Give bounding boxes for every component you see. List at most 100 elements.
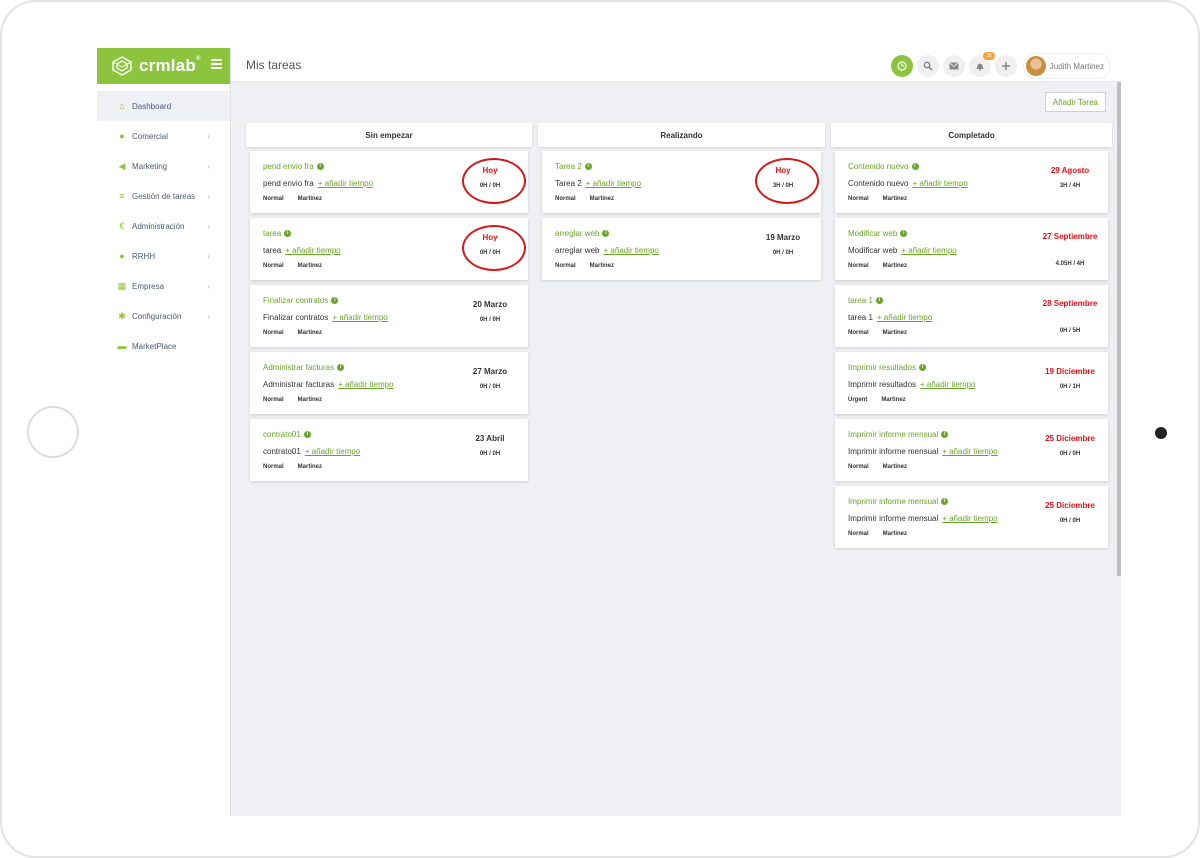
add-time-link[interactable]: + añadir tiempo xyxy=(305,447,360,456)
scrollbar[interactable] xyxy=(1117,82,1121,576)
task-title-text[interactable]: tarea xyxy=(263,229,281,238)
info-icon[interactable]: i xyxy=(584,163,592,170)
task-title-text[interactable]: Modificar web xyxy=(848,229,897,238)
task-title[interactable]: Imprimir informe mensual i xyxy=(848,430,949,439)
task-card[interactable]: Contenido nuevo i Contenido nuevo + añadir … xyxy=(835,151,1108,213)
task-card[interactable]: contrato01 i contrato01 + añadir tiempo Norm… xyxy=(250,419,528,481)
task-card[interactable]: tarea 1 i tarea 1 + añadir tiempo Normal Mart… xyxy=(835,285,1108,347)
add-time-link[interactable]: + añadir tiempo xyxy=(318,179,373,188)
add-time-link[interactable]: + añadir tiempo xyxy=(913,179,968,188)
info-icon[interactable]: i xyxy=(331,297,339,304)
page-title: Mis tareas xyxy=(246,58,302,72)
task-card[interactable]: Imprimir informe mensual i Imprimir inform… xyxy=(835,419,1108,481)
task-title[interactable]: tarea i xyxy=(263,229,292,238)
info-icon[interactable]: i xyxy=(900,230,908,237)
info-icon[interactable]: i xyxy=(337,364,345,371)
task-card[interactable]: Finalizar contratos i Finalizar contratos +… xyxy=(250,285,528,347)
sidebar-item-marketing[interactable]: ◀ Marketing › xyxy=(97,151,230,181)
task-title[interactable]: Administrar facturas i xyxy=(263,363,345,372)
chevron-right-icon: › xyxy=(207,221,210,231)
task-title[interactable]: Contenido nuevo i xyxy=(848,162,919,171)
building-icon: ▦ xyxy=(117,280,127,291)
task-title-text[interactable]: Contenido nuevo xyxy=(848,162,909,171)
task-title[interactable]: Imprimir informe mensual i xyxy=(848,497,949,506)
sidebar-item-configuraci-n[interactable]: ✱ Configuración › xyxy=(97,301,230,331)
task-title-text[interactable]: contrato01 xyxy=(263,430,301,439)
task-title[interactable]: Modificar web i xyxy=(848,229,908,238)
task-owner: Martinez xyxy=(297,464,323,470)
task-card[interactable]: Administrar facturas i Administrar factura… xyxy=(250,352,528,414)
info-icon[interactable]: i xyxy=(919,364,927,371)
sidebar-item-label: MarketPlace xyxy=(132,341,177,351)
task-card[interactable]: Modificar web i Modificar web + añadir tiem… xyxy=(835,218,1108,280)
add-task-button[interactable]: Añadir Tarea xyxy=(1044,92,1106,112)
task-title[interactable]: Tarea 2i xyxy=(555,162,592,171)
task-title-text[interactable]: Finalizar contratos xyxy=(263,296,328,305)
info-icon[interactable]: i xyxy=(941,431,949,438)
hamburger-menu-icon[interactable] xyxy=(211,59,222,69)
task-title-text[interactable]: Administrar facturas xyxy=(263,363,334,372)
add-time-link[interactable]: + añadir tiempo xyxy=(942,447,997,456)
add-time-link[interactable]: + añadir tiempo xyxy=(332,313,387,322)
task-card[interactable]: Imprimir resultados i Imprimir resultados +… xyxy=(835,352,1108,414)
add-time-link[interactable]: + añadir tiempo xyxy=(285,246,340,255)
bell-icon[interactable]: 25 xyxy=(968,52,995,77)
add-time-link[interactable]: + añadir tiempo xyxy=(338,380,393,389)
sidebar-item-label: Configuración xyxy=(132,311,182,321)
task-title[interactable]: arreglar web i xyxy=(555,229,610,238)
info-icon[interactable]: i xyxy=(602,230,610,237)
add-time-link[interactable]: + añadir tiempo xyxy=(877,313,932,322)
sidebar-item-dashboard[interactable]: ⌂ Dashboard xyxy=(97,91,230,121)
task-owner: Martinez xyxy=(881,397,906,403)
info-icon[interactable]: i xyxy=(911,163,919,170)
info-icon[interactable]: i xyxy=(941,498,949,505)
crmlab-logo-icon[interactable] xyxy=(111,55,133,77)
task-meta: Normal Martinez xyxy=(263,330,322,336)
info-icon[interactable]: i xyxy=(284,230,292,237)
task-priority: Normal xyxy=(263,397,284,403)
task-title-text[interactable]: arreglar web xyxy=(555,229,599,238)
sidebar-item-comercial[interactable]: ● Comercial › xyxy=(97,121,230,151)
task-desc-text: Imprimir informe mensual xyxy=(848,514,939,523)
info-icon[interactable]: i xyxy=(316,163,324,170)
task-card[interactable]: tarea i tarea + añadir tiempo Normal Martinez… xyxy=(250,218,528,280)
task-title-text[interactable]: Imprimir informe mensual xyxy=(848,497,938,506)
add-time-link[interactable]: + añadir tiempo xyxy=(901,246,956,255)
task-title-text[interactable]: Tarea 2 xyxy=(555,162,582,171)
logo-text[interactable]: crmlab® xyxy=(139,56,201,76)
info-icon[interactable]: i xyxy=(303,431,311,438)
add-time-link[interactable]: + añadir tiempo xyxy=(603,246,658,255)
clock-icon[interactable] xyxy=(890,55,913,77)
mail-icon[interactable] xyxy=(942,55,965,77)
sidebar-item-administraci-n[interactable]: € Administración › xyxy=(97,211,230,241)
task-priority: Normal xyxy=(555,263,576,269)
chevron-right-icon: › xyxy=(207,191,210,201)
task-card[interactable]: Imprimir informe mensual i Imprimir inform… xyxy=(835,486,1108,548)
search-icon[interactable] xyxy=(916,55,939,77)
info-icon[interactable]: i xyxy=(875,297,883,304)
task-card[interactable]: arreglar web i arreglar web + añadir tiempo… xyxy=(542,218,821,280)
task-title-text[interactable]: Imprimir informe mensual xyxy=(848,430,938,439)
task-title[interactable]: tarea 1i xyxy=(848,296,883,305)
task-title[interactable]: pend envio fra i xyxy=(263,162,324,171)
add-time-link[interactable]: + añadir tiempo xyxy=(586,179,641,188)
sidebar-item-empresa[interactable]: ▦ Empresa › xyxy=(97,271,230,301)
task-title-text[interactable]: tarea 1 xyxy=(848,296,873,305)
sidebar-item-rrhh[interactable]: ● RRHH › xyxy=(97,241,230,271)
user-menu[interactable]: Judith Martinez xyxy=(1022,53,1111,79)
task-due-date: 19 Marzo xyxy=(765,233,801,242)
sidebar-item-gesti-n-de-tareas[interactable]: ≡ Gestión de tareas › xyxy=(97,181,230,211)
add-time-link[interactable]: + añadir tiempo xyxy=(942,514,997,523)
task-title[interactable]: Finalizar contratos i xyxy=(263,296,339,305)
task-card[interactable]: pend envio fra i pend envio fra + añadir ti… xyxy=(250,151,528,213)
add-time-link[interactable]: + añadir tiempo xyxy=(920,380,975,389)
task-title[interactable]: Imprimir resultados i xyxy=(848,363,927,372)
task-card[interactable]: Tarea 2 i Tarea 2 + añadir tiempo Normal Mart… xyxy=(542,151,821,213)
plus-icon[interactable] xyxy=(994,55,1017,77)
task-title[interactable]: contrato01 i xyxy=(263,430,311,439)
task-title-text[interactable]: pend envio fra xyxy=(263,162,314,171)
task-desc-text: contrato01 xyxy=(263,447,301,456)
task-title-text[interactable]: Imprimir resultados xyxy=(848,363,916,372)
highlight-circle xyxy=(462,158,526,204)
sidebar-item-marketplace[interactable]: ▬ MarketPlace xyxy=(97,331,230,361)
